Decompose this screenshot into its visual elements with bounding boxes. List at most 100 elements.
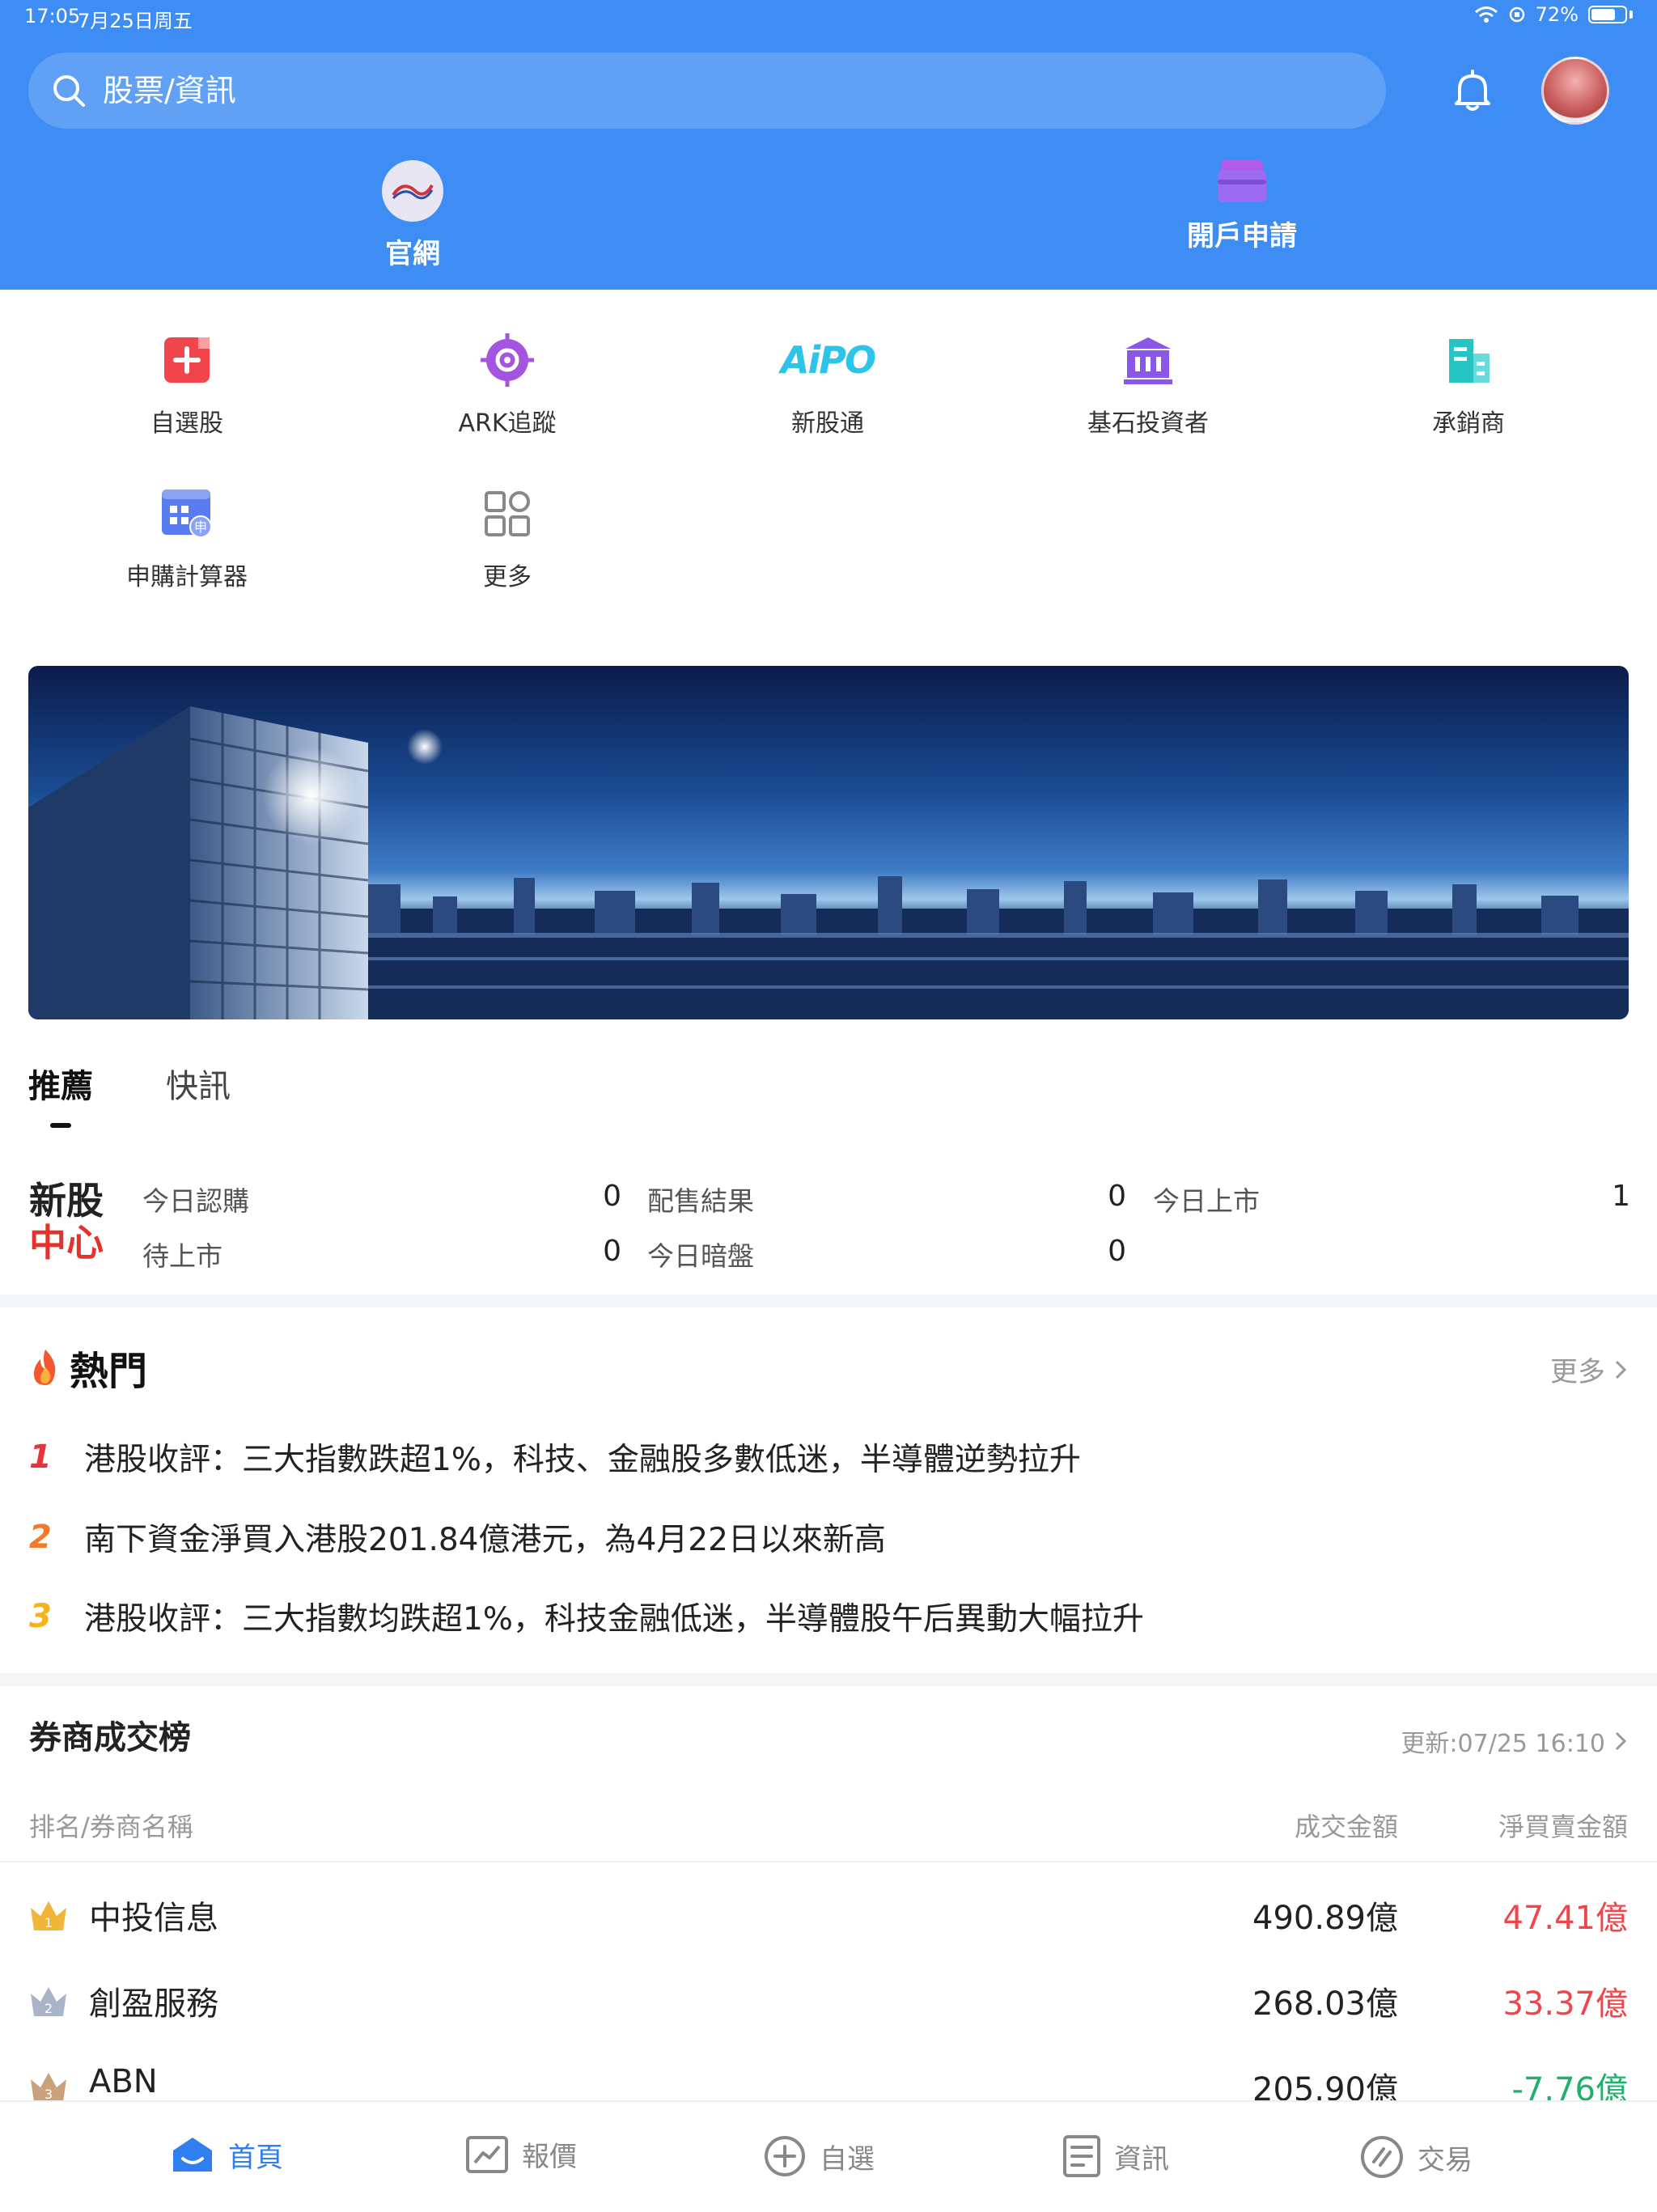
- news-icon: [1063, 2135, 1100, 2177]
- nav-watchlist-label: 自選: [820, 2142, 875, 2176]
- trade-icon: [1361, 2136, 1403, 2178]
- official-site-link[interactable]: 官網: [332, 160, 494, 271]
- col-header-name: 排名/券商名稱: [29, 1812, 193, 1842]
- ipo-center-logo: 新股 中心: [29, 1180, 104, 1264]
- crown-silver-icon: 2: [31, 1987, 66, 2016]
- quick-item-more[interactable]: 更多: [347, 485, 667, 592]
- add-circle-icon: [765, 2136, 805, 2176]
- company-logo-icon: [382, 160, 443, 222]
- nav-home-label: 首頁: [228, 2141, 283, 2174]
- broker-rank-title: 券商成交榜: [29, 1719, 191, 1756]
- nav-watchlist[interactable]: 自選: [763, 2134, 875, 2178]
- ipo-label-today-subscribe: 今日認購: [142, 1185, 249, 1217]
- target-icon: [479, 332, 536, 388]
- hot-more-label: 更多: [1550, 1356, 1605, 1388]
- hot-news-text: 南下資金淨買入港股201.84億港元，為4月22日以來新高: [84, 1522, 886, 1558]
- section-divider: [0, 1673, 1657, 1686]
- broker-amount: 268.03億: [1252, 1985, 1398, 2023]
- table-row[interactable]: 1 中投信息 490.89億 47.41億: [0, 1869, 1657, 1955]
- feed-tabs: 推薦 快訊: [28, 1060, 231, 1107]
- status-bar: 17:05 7月25日周五 72%: [0, 0, 1657, 32]
- col-header-amount: 成交金額: [1294, 1812, 1398, 1842]
- ipo-value-allotment: 0: [1108, 1180, 1126, 1213]
- section-divider: [0, 1295, 1657, 1307]
- hot-section-title: 熱門: [29, 1339, 147, 1396]
- battery-icon: [1588, 6, 1627, 23]
- home-icon: [173, 2138, 212, 2172]
- col-header-net: 淨買賣金額: [1498, 1812, 1628, 1842]
- quick-item-label: 基石投資者: [1087, 409, 1209, 438]
- wifi-icon: [1474, 6, 1498, 23]
- broker-name: 中投信息: [89, 1900, 218, 1937]
- fire-icon: [34, 1350, 56, 1385]
- hot-news-text: 港股收評：三大指數均跌超1%，科技金融低迷，半導體股午后異動大幅拉升: [84, 1601, 1144, 1638]
- broker-name: ABN: [89, 2063, 158, 2100]
- search-bar[interactable]: [28, 53, 1386, 129]
- search-input[interactable]: [101, 72, 1318, 109]
- aipo-text: AiPO: [780, 338, 876, 382]
- quick-item-label: 新股通: [791, 409, 864, 438]
- crown-bronze-icon: 3: [31, 2073, 66, 2102]
- calculator-icon: 申: [159, 485, 215, 542]
- status-time: 17:05: [24, 5, 81, 28]
- broker-rank-updated[interactable]: 更新:07/25 16:10: [1401, 1723, 1628, 1759]
- broker-rank-update-time: 更新:07/25 16:10: [1401, 1730, 1605, 1758]
- quick-item-label: 自選股: [150, 409, 223, 438]
- nav-quotes[interactable]: 報價: [465, 2134, 577, 2174]
- search-icon: [53, 75, 85, 107]
- quick-item-underwriter[interactable]: 承銷商: [1308, 332, 1629, 439]
- ipo-value-upcoming: 0: [603, 1235, 621, 1268]
- table-row[interactable]: 2 創盈服務 268.03億 33.37億: [0, 1955, 1657, 2040]
- nav-news-label: 資訊: [1114, 2142, 1169, 2176]
- ipo-label-allotment: 配售結果: [647, 1185, 754, 1217]
- orientation-lock-icon: [1509, 6, 1524, 23]
- nav-home[interactable]: 首頁: [170, 2134, 283, 2175]
- bell-icon[interactable]: [1448, 66, 1497, 115]
- hot-news-item[interactable]: 3 港股收評：三大指數均跌超1%，科技金融低迷，半導體股午后異動大幅拉升: [29, 1594, 1144, 1639]
- quick-item-calculator[interactable]: 申 申購計算器: [27, 485, 347, 592]
- nav-trade-label: 交易: [1418, 2143, 1473, 2176]
- tab-flash[interactable]: 快訊: [166, 1060, 231, 1107]
- ipo-label-grey-market: 今日暗盤: [647, 1240, 754, 1272]
- broker-net: 47.41億: [1502, 1900, 1628, 1937]
- avatar[interactable]: [1541, 57, 1609, 125]
- battery-percent: 72%: [1535, 3, 1579, 26]
- hot-news-item[interactable]: 2 南下資金淨買入港股201.84億港元，為4月22日以來新高: [29, 1515, 886, 1560]
- open-account-link[interactable]: 開戶申請: [1121, 160, 1363, 253]
- city-skyline-image: [28, 706, 1629, 1019]
- nav-quotes-label: 報價: [522, 2141, 577, 2173]
- broker-net: 33.37億: [1502, 1985, 1628, 2023]
- plus-square-icon: [159, 332, 215, 388]
- hot-news-text: 港股收評：三大指數跌超1%，科技、金融股多數低迷，半導體逆勢拉升: [84, 1442, 1081, 1478]
- grid-icon: [479, 485, 536, 542]
- quick-item-ark[interactable]: ARK追蹤: [347, 332, 667, 439]
- chevron-right-icon: [1615, 1360, 1627, 1379]
- building-icon: [1440, 332, 1497, 388]
- quick-item-ipo[interactable]: AiPO 新股通: [667, 332, 988, 439]
- nav-trade[interactable]: 交易: [1359, 2134, 1473, 2180]
- quick-item-label: 承銷商: [1432, 409, 1505, 438]
- ipo-label-today-listing: 今日上市: [1153, 1185, 1260, 1217]
- ipo-center[interactable]: 新股 中心 今日認購 0 配售結果 0 今日上市 1 待上市 0 今日暗盤 0: [0, 1165, 1657, 1295]
- aipo-icon: AiPO: [780, 332, 876, 388]
- quick-item-label: 更多: [483, 563, 532, 591]
- tab-recommend[interactable]: 推薦: [28, 1060, 93, 1107]
- crown-gold-icon: 1: [31, 1901, 66, 1930]
- quick-item-watchlist[interactable]: 自選股: [27, 332, 347, 439]
- ipo-value-grey-market: 0: [1108, 1235, 1126, 1268]
- open-account-label: 開戶申請: [1187, 220, 1297, 252]
- hot-more-link[interactable]: 更多: [1550, 1350, 1628, 1389]
- nav-news[interactable]: 資訊: [1062, 2134, 1169, 2178]
- promo-banner[interactable]: [28, 666, 1629, 1019]
- hot-rank: 3: [29, 1598, 52, 1635]
- crown-rank-number: 2: [44, 2001, 53, 2016]
- ipo-label-upcoming: 待上市: [142, 1240, 222, 1272]
- ipo-value-today-subscribe: 0: [603, 1180, 621, 1213]
- quick-item-cornerstone[interactable]: 基石投資者: [988, 332, 1308, 439]
- status-indicators: 72%: [1474, 3, 1633, 26]
- hot-rank: 1: [29, 1439, 52, 1476]
- hot-title: 熱門: [70, 1349, 148, 1394]
- table-divider: [0, 1861, 1657, 1862]
- hot-news-item[interactable]: 1 港股收評：三大指數跌超1%，科技、金融股多數低迷，半導體逆勢拉升: [29, 1434, 1081, 1480]
- crown-rank-number: 1: [44, 1915, 53, 1930]
